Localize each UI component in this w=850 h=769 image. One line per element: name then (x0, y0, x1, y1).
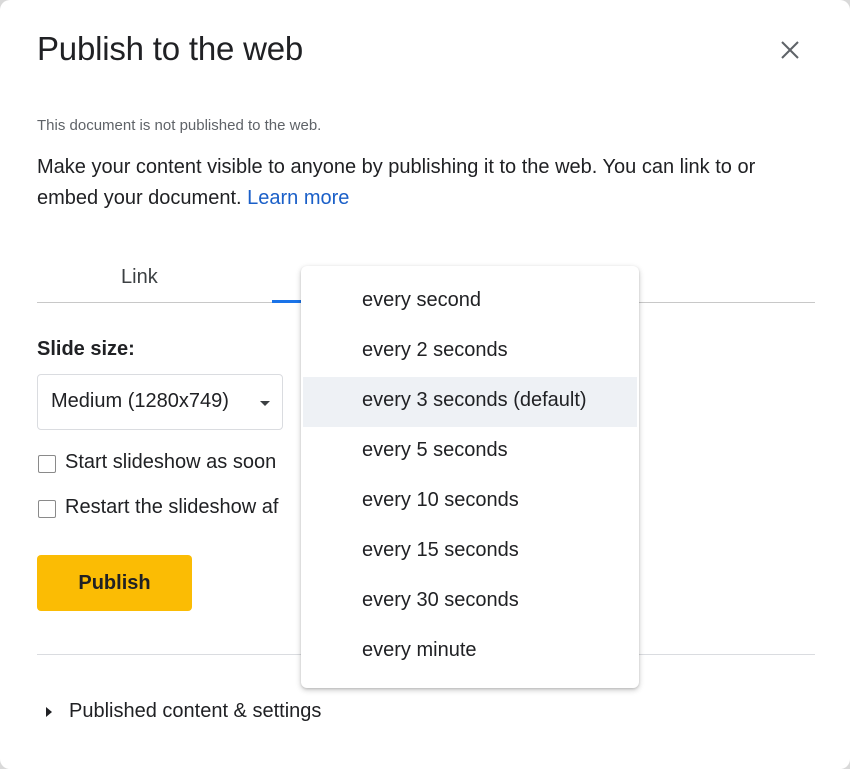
publish-status-text: This document is not published to the we… (37, 117, 322, 134)
dropdown-option-selected[interactable]: every 3 seconds (default) (303, 377, 637, 427)
published-content-label: Published content & settings (69, 700, 322, 722)
dialog-title: Publish to the web (37, 30, 304, 67)
auto-advance-dropdown-menu: every second every 2 seconds every 3 sec… (301, 266, 639, 688)
expand-triangle-icon (46, 707, 52, 717)
dropdown-option[interactable]: every 15 seconds (303, 527, 637, 577)
close-icon (781, 41, 799, 59)
slide-size-value: Medium (1280x749) (51, 390, 229, 412)
close-button[interactable] (776, 36, 804, 64)
dropdown-option[interactable]: every 2 seconds (303, 327, 637, 377)
dropdown-caret-icon (260, 401, 270, 406)
active-tab-indicator (272, 300, 302, 303)
dropdown-option[interactable]: every 5 seconds (303, 427, 637, 477)
dropdown-option[interactable]: every 30 seconds (303, 577, 637, 627)
start-slideshow-label: Start slideshow as soon (65, 451, 277, 473)
publish-dialog: Publish to the web This document is not … (0, 0, 850, 769)
tab-link[interactable]: Link (121, 266, 158, 289)
dropdown-option[interactable]: every second (303, 277, 637, 327)
description-text: Make your content visible to anyone by p… (37, 152, 817, 214)
description-body: Make your content visible to anyone by p… (37, 156, 756, 209)
dropdown-option[interactable]: every minute (303, 627, 637, 677)
publish-button[interactable]: Publish (37, 555, 192, 611)
dropdown-option[interactable]: every 10 seconds (303, 477, 637, 527)
restart-slideshow-checkbox[interactable] (38, 500, 56, 518)
slide-size-label: Slide size: (37, 338, 135, 360)
start-slideshow-checkbox[interactable] (38, 455, 56, 473)
slide-size-select[interactable]: Medium (1280x749) (37, 374, 283, 430)
learn-more-link[interactable]: Learn more (247, 187, 349, 209)
restart-slideshow-label: Restart the slideshow af (65, 496, 279, 518)
